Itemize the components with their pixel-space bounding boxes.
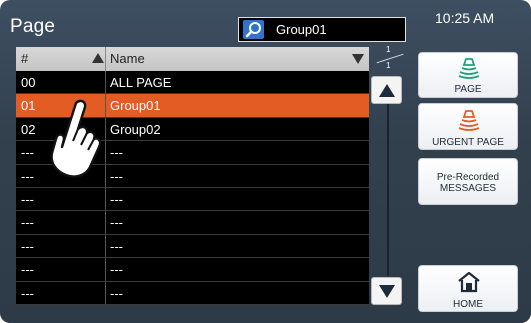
- column-divider: [105, 71, 106, 94]
- row-name: ---: [110, 168, 123, 184]
- page-indicator: 1 1: [372, 45, 404, 71]
- hand-pointer-icon: [40, 95, 110, 185]
- arrow-up-icon: [379, 84, 395, 97]
- speaker-urgent-icon: [457, 109, 481, 131]
- row-number: ---: [21, 215, 34, 231]
- clock: 10:25 AM: [435, 10, 495, 26]
- page-button[interactable]: PAGE: [418, 52, 518, 98]
- row-number: ---: [21, 285, 34, 301]
- column-divider: [105, 211, 106, 234]
- search-field[interactable]: Group01: [238, 17, 406, 42]
- row-number: 00: [21, 75, 36, 90]
- home-icon: [457, 271, 481, 293]
- table-header: # Name: [16, 47, 369, 71]
- sort-ascending-icon[interactable]: [92, 53, 104, 63]
- table-row[interactable]: --- ---: [16, 281, 369, 305]
- page-total: 1: [386, 61, 391, 70]
- row-number: 02: [21, 121, 36, 137]
- row-number: ---: [21, 145, 34, 161]
- column-number[interactable]: #: [21, 51, 28, 66]
- column-divider: [105, 187, 106, 211]
- row-number: 01: [21, 98, 36, 114]
- row-name: ---: [110, 238, 123, 254]
- speaker-page-icon: [457, 57, 481, 79]
- home-button-label: HOME: [453, 299, 483, 310]
- table-row[interactable]: --- ---: [16, 211, 369, 235]
- row-name: ---: [110, 262, 123, 278]
- urgent-page-button[interactable]: URGENT PAGE: [418, 103, 518, 150]
- row-name: Group01: [110, 98, 161, 114]
- row-name: ALL PAGE: [110, 75, 172, 90]
- column-divider: [105, 281, 106, 304]
- row-name: ---: [110, 215, 123, 231]
- page-current: 1: [386, 45, 391, 54]
- arrow-down-icon: [379, 285, 395, 298]
- row-name: Group02: [110, 121, 161, 137]
- scroll-track: [387, 100, 389, 276]
- pre-recorded-label-line1: Pre-Recorded: [436, 172, 500, 183]
- search-value: Group01: [276, 22, 327, 37]
- page-button-label: PAGE: [454, 84, 482, 95]
- home-button[interactable]: HOME: [418, 265, 518, 312]
- row-number: ---: [21, 168, 34, 184]
- search-icon[interactable]: [243, 20, 264, 39]
- row-number: ---: [21, 262, 34, 278]
- row-name: ---: [110, 145, 123, 161]
- table-row[interactable]: --- ---: [16, 258, 369, 282]
- pre-recorded-label-line2: MESSAGES: [439, 183, 497, 194]
- sort-descending-icon[interactable]: [352, 54, 364, 64]
- pre-recorded-messages-button[interactable]: Pre-Recorded MESSAGES: [418, 158, 518, 205]
- table-row[interactable]: 00 ALL PAGE: [16, 71, 369, 95]
- column-divider: [105, 234, 106, 258]
- page-title: Page: [10, 16, 56, 37]
- column-divider: [105, 258, 106, 281]
- scroll-up-button[interactable]: [371, 76, 402, 104]
- column-divider: [105, 47, 106, 71]
- row-number: ---: [21, 238, 34, 254]
- intercom-screen: Page Group01 10:25 AM # Name 00 ALL PAGE …: [0, 0, 531, 323]
- column-name[interactable]: Name: [110, 51, 145, 66]
- urgent-page-button-label: URGENT PAGE: [432, 137, 504, 148]
- table-row[interactable]: --- ---: [16, 187, 369, 212]
- row-name: ---: [110, 285, 123, 301]
- row-number: ---: [21, 191, 34, 207]
- table-row[interactable]: --- ---: [16, 234, 369, 259]
- row-name: ---: [110, 191, 123, 207]
- scroll-down-button[interactable]: [371, 277, 402, 305]
